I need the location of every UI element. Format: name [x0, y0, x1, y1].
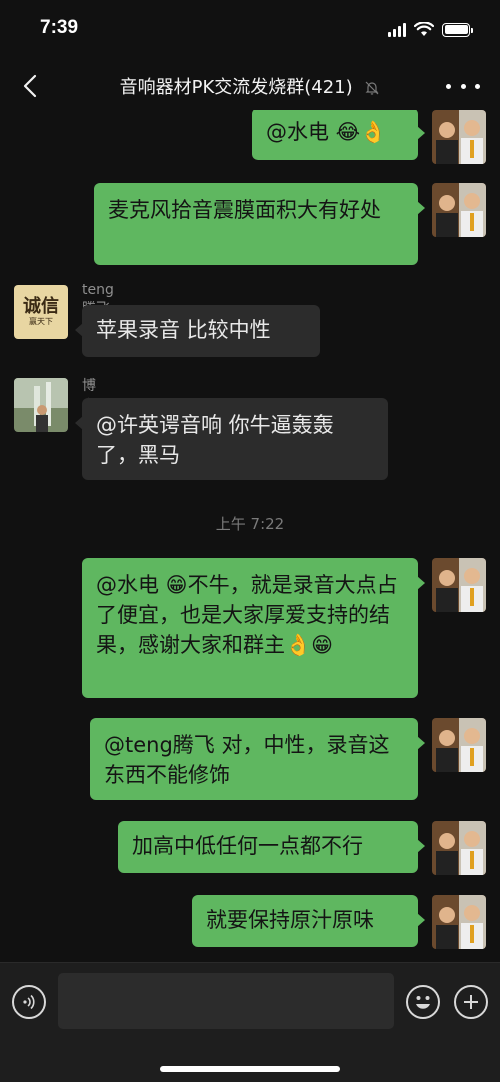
voice-wave-icon	[23, 994, 35, 1010]
avatar-self[interactable]	[432, 183, 486, 237]
message-bubble[interactable]: @水电 😂👌	[252, 110, 425, 160]
message-bubble[interactable]: 苹果录音 比较中性	[75, 305, 320, 357]
avatar-self[interactable]	[432, 821, 486, 875]
avatar-self[interactable]	[432, 110, 486, 164]
home-indicator	[160, 1066, 340, 1072]
avatar-photo-icon	[432, 110, 486, 164]
avatar-photo-icon	[432, 821, 486, 875]
more-options-button[interactable]	[446, 74, 480, 98]
avatar-photo-icon	[432, 183, 486, 237]
avatar-bozhihan[interactable]	[14, 378, 68, 432]
message-bubble[interactable]: @许英谔音响 你牛逼轰轰了，黑马	[75, 398, 388, 480]
message-timestamp: 上午 7:22	[215, 515, 285, 533]
status-icons	[388, 22, 473, 37]
chat-message-list[interactable]: @水电 😂👌 麦克风拾音震膜面积大有好处 诚信 赢天下 teng 苹果录音 比较…	[0, 110, 500, 962]
message-bubble[interactable]: 麦克风拾音震膜面积大有好处	[94, 183, 425, 265]
status-time: 7:39	[40, 17, 79, 38]
avatar-self[interactable]	[432, 895, 486, 949]
avatar-self[interactable]	[432, 558, 486, 612]
chat-title: 音响器材PK交流发烧群(421)	[119, 77, 353, 98]
avatar-teng[interactable]: 诚信 赢天下	[14, 285, 68, 339]
status-bar: 7:39	[0, 0, 500, 62]
smiley-icon	[416, 996, 430, 1009]
avatar-photo-icon	[14, 378, 68, 432]
chat-input-bar	[0, 962, 500, 1082]
chat-title-wrap: 音响器材PK交流发烧群(421)	[0, 73, 500, 99]
battery-icon	[442, 22, 473, 37]
emoji-button[interactable]	[406, 985, 440, 1019]
avatar-photo-icon	[432, 558, 486, 612]
voice-input-button[interactable]	[12, 985, 46, 1019]
more-dot-icon	[475, 83, 480, 89]
plus-icon	[464, 995, 478, 1009]
avatar-calligraphy-sub: 赢天下	[29, 317, 53, 326]
message-bubble[interactable]: @水电 😁不牛，就是录音大点占了便宜，也是大家厚爱支持的结果，感谢大家和群主👌😁	[82, 558, 425, 698]
message-bubble[interactable]: 就要保持原汁原味	[192, 895, 425, 947]
cellular-signal-icon	[388, 22, 406, 37]
message-input[interactable]	[58, 973, 394, 1029]
wifi-icon	[414, 22, 434, 36]
more-dot-icon	[446, 83, 451, 89]
more-dot-icon	[460, 83, 466, 89]
avatar-photo-icon	[432, 895, 486, 949]
message-bubble[interactable]: 加高中低任何一点都不行	[118, 821, 425, 873]
nav-bar: 音响器材PK交流发烧群(421)	[0, 62, 500, 110]
more-input-button[interactable]	[454, 985, 488, 1019]
message-bubble[interactable]: @teng腾飞 对，中性，录音这东西不能修饰	[90, 718, 425, 800]
avatar-self[interactable]	[432, 718, 486, 772]
avatar-calligraphy: 诚信	[23, 296, 59, 317]
mute-bell-icon	[365, 81, 379, 95]
avatar-photo-icon	[432, 718, 486, 772]
